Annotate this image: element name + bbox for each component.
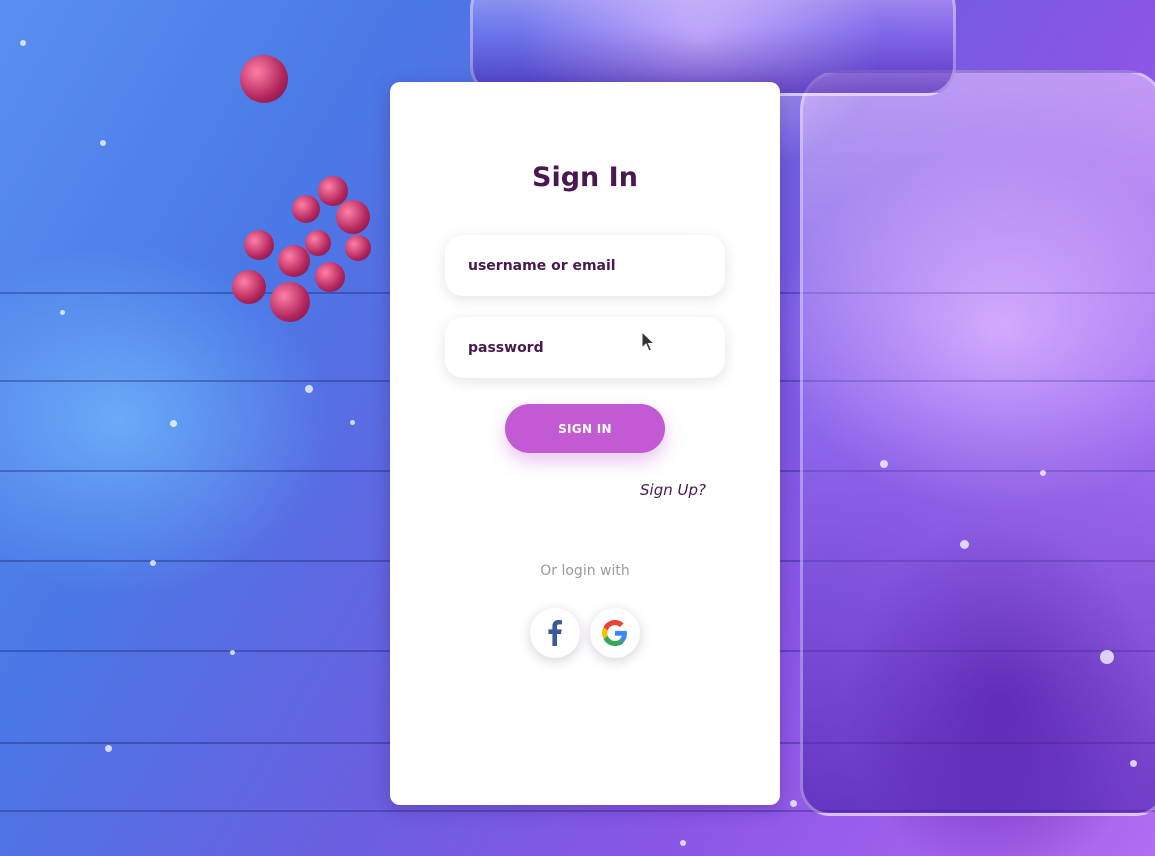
signin-card: Sign In username or email password SIGN … — [390, 82, 780, 805]
password-placeholder: password — [468, 339, 544, 356]
facebook-icon — [548, 620, 562, 646]
password-field[interactable]: password — [445, 317, 725, 378]
signup-link[interactable]: Sign Up? — [640, 481, 706, 499]
username-field[interactable]: username or email — [445, 235, 725, 296]
facebook-login-button[interactable] — [530, 608, 580, 658]
google-login-button[interactable] — [590, 608, 640, 658]
mouse-cursor-icon — [641, 331, 655, 352]
page-title: Sign In — [532, 162, 638, 193]
username-placeholder: username or email — [468, 257, 616, 274]
alt-login-label: Or login with — [540, 563, 630, 579]
signin-button[interactable]: SIGN IN — [505, 404, 665, 453]
google-icon — [602, 620, 627, 646]
